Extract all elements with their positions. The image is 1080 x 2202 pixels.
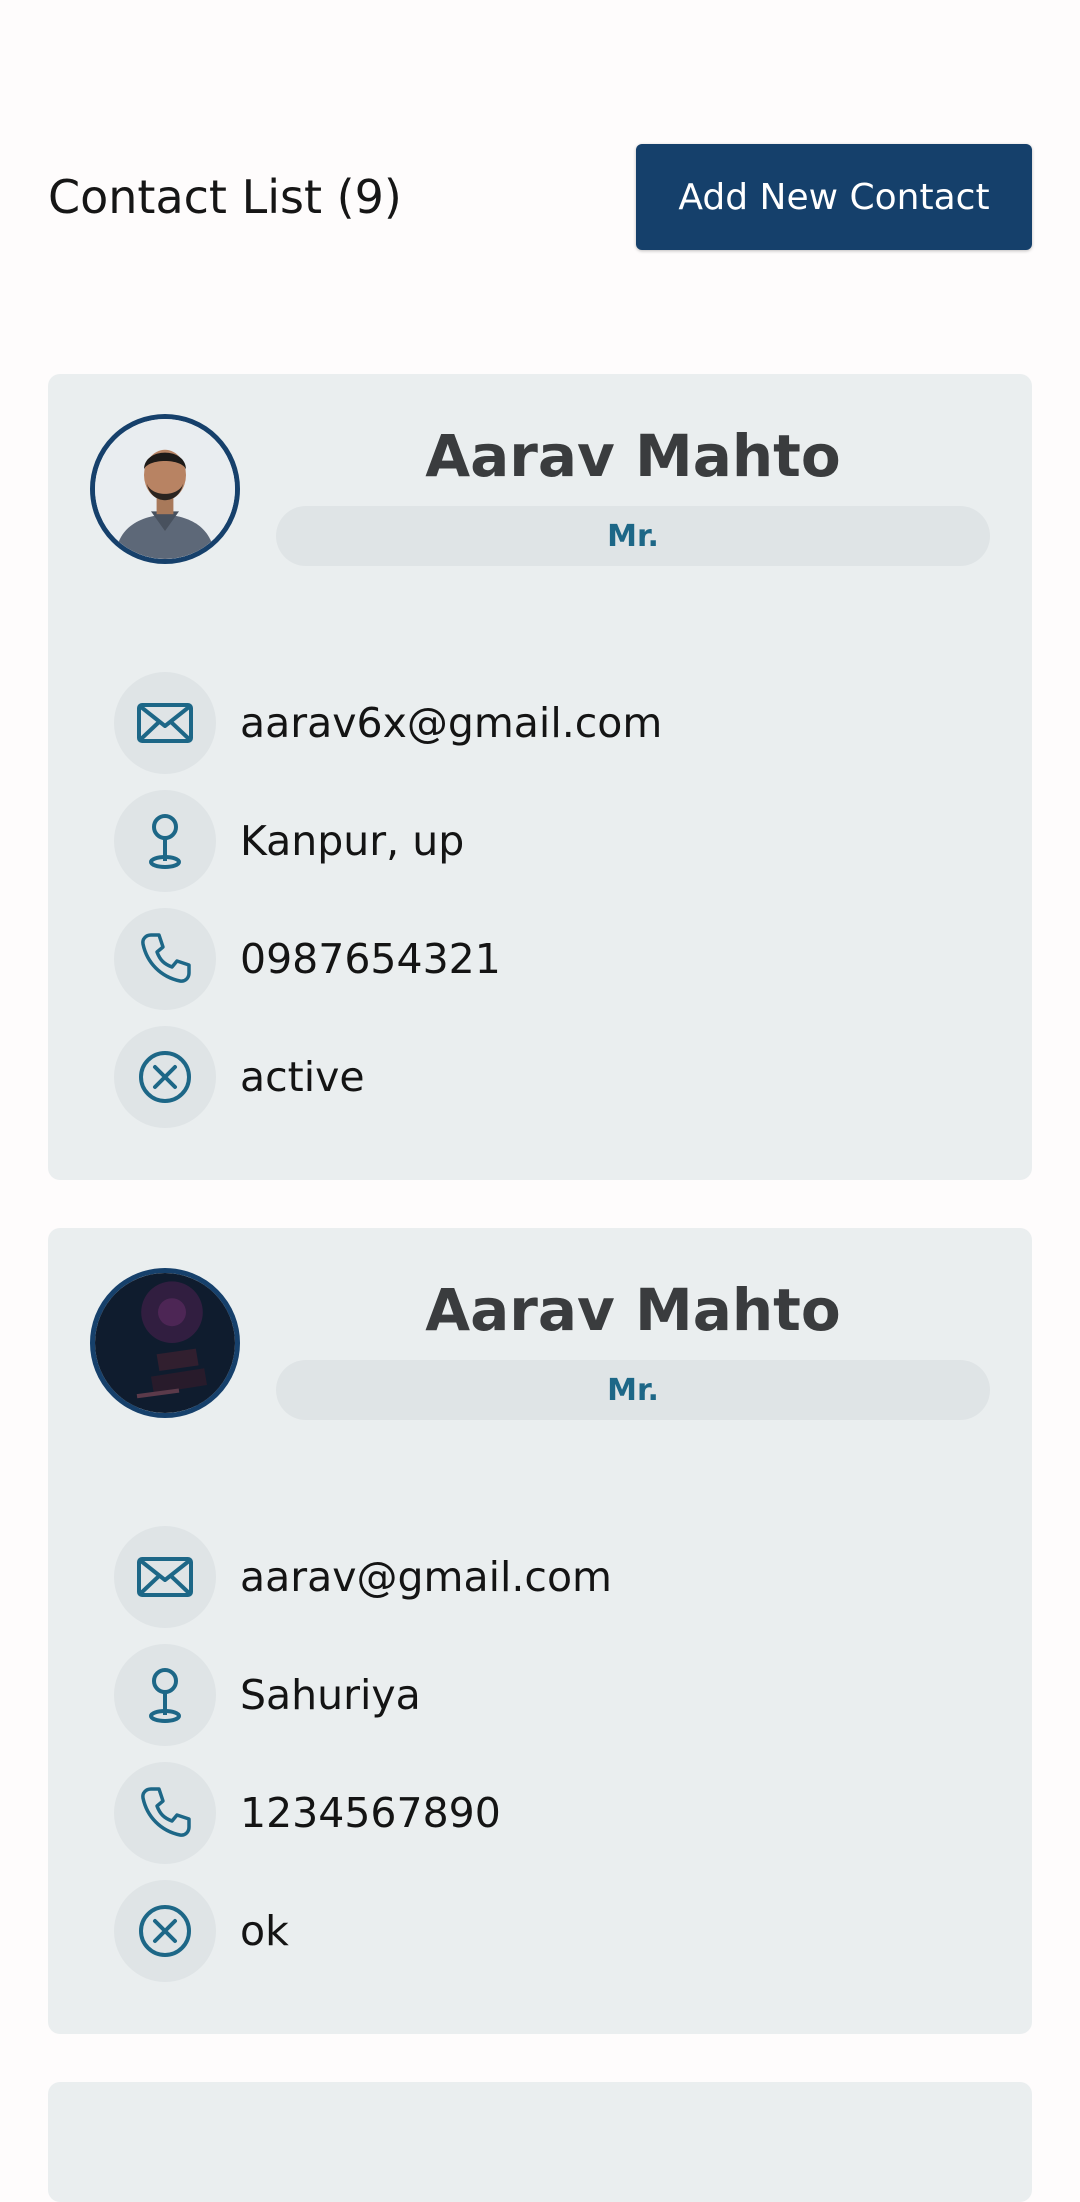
contact-card[interactable]: Aarav Mahto Mr. aarav@gmail.com Sahuriya… — [48, 1228, 1032, 2034]
contact-address: Sahuriya — [240, 1671, 421, 1719]
add-new-contact-button[interactable]: Add New Contact — [636, 144, 1032, 250]
contact-name: Aarav Mahto — [425, 1276, 841, 1344]
contact-title-badge: Mr. — [276, 506, 990, 566]
contact-status-row: ok — [114, 1872, 992, 1990]
envelope-icon — [137, 703, 193, 743]
contact-status: active — [240, 1053, 365, 1101]
map-pin-icon — [149, 1668, 181, 1723]
contact-address-row: Sahuriya — [114, 1636, 992, 1754]
contact-email: aarav6x@gmail.com — [240, 699, 663, 747]
contact-card[interactable]: Aarav Mahto Mr. aarav6x@gmail.com Kanpur… — [48, 374, 1032, 1180]
contact-phone: 1234567890 — [240, 1789, 501, 1837]
contact-email-row: aarav@gmail.com — [114, 1518, 992, 1636]
person-photo-icon — [95, 419, 235, 559]
contact-phone-row: 1234567890 — [114, 1754, 992, 1872]
page-header: Contact List (9) Add New Contact — [48, 144, 1032, 250]
avatar — [90, 414, 240, 564]
contact-status: ok — [240, 1907, 289, 1955]
close-circle-icon — [139, 1905, 191, 1957]
contact-address-row: Kanpur, up — [114, 782, 992, 900]
contact-phone-row: 0987654321 — [114, 900, 992, 1018]
avatar — [90, 1268, 240, 1418]
contact-email: aarav@gmail.com — [240, 1553, 612, 1601]
contact-status-row: active — [114, 1018, 992, 1136]
envelope-icon — [137, 1557, 193, 1597]
contact-email-row: aarav6x@gmail.com — [114, 664, 992, 782]
contact-card[interactable] — [48, 2082, 1032, 2202]
close-circle-icon — [139, 1051, 191, 1103]
page-title: Contact List (9) — [48, 170, 402, 224]
contact-name: Aarav Mahto — [425, 422, 841, 490]
contact-address: Kanpur, up — [240, 817, 465, 865]
dark-photo-icon — [95, 1273, 235, 1413]
phone-icon — [141, 1787, 191, 1837]
contact-phone: 0987654321 — [240, 935, 501, 983]
phone-icon — [141, 933, 191, 983]
contact-title-badge: Mr. — [276, 1360, 990, 1420]
map-pin-icon — [149, 814, 181, 869]
